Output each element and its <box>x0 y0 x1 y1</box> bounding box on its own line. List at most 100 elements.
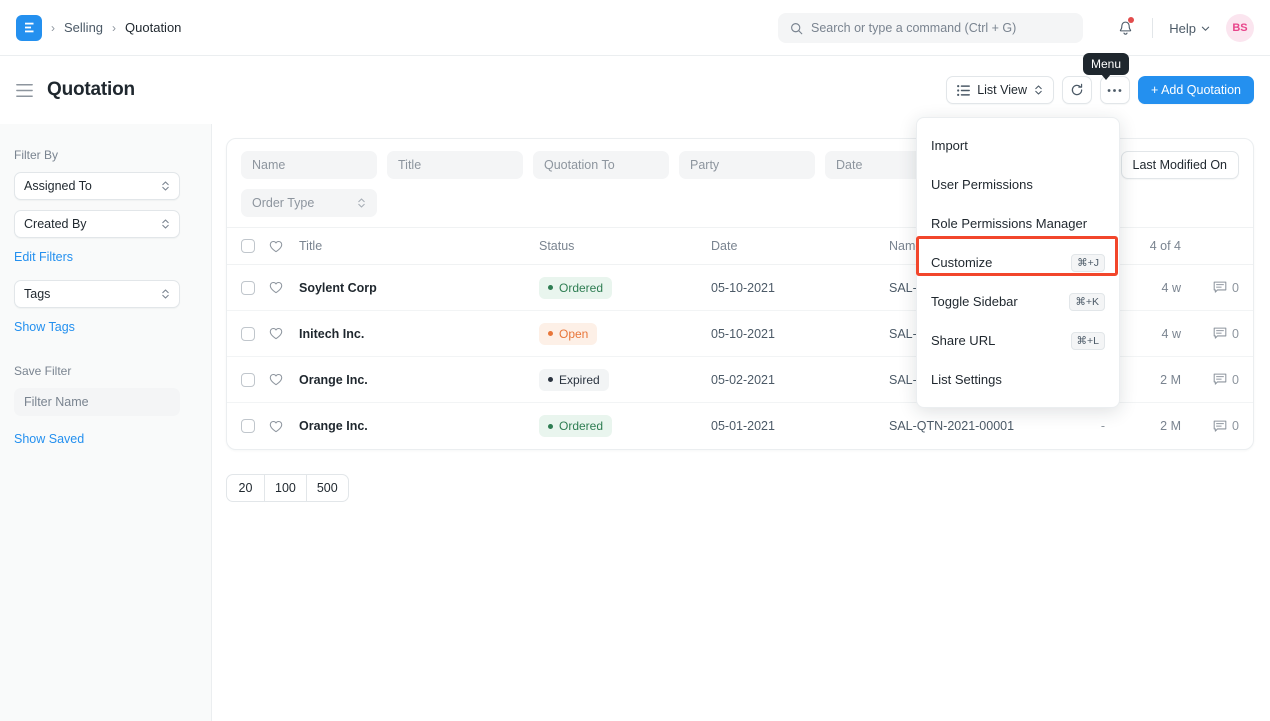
chevron-updown-icon <box>161 218 170 230</box>
checkbox-box <box>241 281 255 295</box>
filter-name-field[interactable]: Name <box>241 151 377 179</box>
filter-title-field[interactable]: Title <box>387 151 523 179</box>
menu-item-share-url[interactable]: Share URL ⌘+L <box>917 321 1119 360</box>
menu-item-role-permissions-manager[interactable]: Role Permissions Manager <box>917 204 1119 243</box>
row-like-button[interactable] <box>269 327 299 340</box>
row-comments[interactable]: 0 <box>1181 419 1239 433</box>
page-header-left: Quotation <box>16 79 135 101</box>
filter-name-placeholder: Filter Name <box>24 395 89 409</box>
row-checkbox[interactable] <box>241 419 269 433</box>
global-search[interactable]: Search or type a command (Ctrl + G) <box>778 13 1083 43</box>
ellipsis-icon <box>1107 88 1122 93</box>
filter-order-type-field[interactable]: Order Type <box>241 189 377 217</box>
status-badge: Expired <box>539 369 609 391</box>
add-quotation-button[interactable]: + Add Quotation <box>1138 76 1254 104</box>
page-size-500[interactable]: 500 <box>306 474 349 502</box>
show-tags-link[interactable]: Show Tags <box>14 320 75 334</box>
menu-item-shortcut: ⌘+K <box>1069 293 1105 311</box>
menu-item-toggle-sidebar[interactable]: Toggle Sidebar ⌘+K <box>917 282 1119 321</box>
status-dot-icon <box>548 424 553 429</box>
header-like-icon <box>269 240 299 253</box>
filter-party-field[interactable]: Party <box>679 151 815 179</box>
comment-icon <box>1213 373 1227 386</box>
breadcrumb-separator-2: › <box>112 21 116 35</box>
status-dot-icon <box>548 285 553 290</box>
filter-date-placeholder: Date <box>836 158 862 172</box>
status-badge: Open <box>539 323 597 345</box>
row-status: Open <box>539 323 711 345</box>
comment-icon <box>1213 420 1227 433</box>
more-menu-button[interactable] <box>1100 76 1130 104</box>
menu-item-label: List Settings <box>931 372 1002 387</box>
row-checkbox[interactable] <box>241 373 269 387</box>
menu-item-label: Toggle Sidebar <box>931 294 1018 309</box>
row-title-link[interactable]: Orange Inc. <box>299 419 539 433</box>
menu-item-label: Role Permissions Manager <box>931 216 1087 231</box>
filter-name-field-placeholder: Name <box>252 158 285 172</box>
page-header: Quotation List View <box>0 56 1270 124</box>
refresh-button[interactable] <box>1062 76 1092 104</box>
column-header-title[interactable]: Title <box>299 239 539 253</box>
row-comments[interactable]: 0 <box>1181 327 1239 341</box>
notifications-button[interactable] <box>1108 11 1142 45</box>
row-comments[interactable]: 0 <box>1181 373 1239 387</box>
status-label: Expired <box>559 373 600 387</box>
menu-item-label: Import <box>931 138 968 153</box>
breadcrumb-quotation[interactable]: Quotation <box>125 20 181 35</box>
row-date: 05-02-2021 <box>711 373 889 387</box>
menu-item-import[interactable]: Import <box>917 126 1119 165</box>
user-avatar[interactable]: BS <box>1226 14 1254 42</box>
chevron-down-icon <box>1201 24 1210 33</box>
show-saved-link[interactable]: Show Saved <box>14 432 84 446</box>
tags-select[interactable]: Tags <box>14 280 180 308</box>
column-header-date[interactable]: Date <box>711 239 889 253</box>
row-title-link[interactable]: Soylent Corp <box>299 281 539 295</box>
row-checkbox[interactable] <box>241 327 269 341</box>
help-label: Help <box>1169 21 1196 36</box>
row-like-button[interactable] <box>269 420 299 433</box>
filter-name-input[interactable]: Filter Name <box>14 388 180 416</box>
top-navbar: › Selling › Quotation Search or type a c… <box>0 0 1270 56</box>
menu-item-customize[interactable]: Customize ⌘+J <box>917 243 1119 282</box>
row-title-link[interactable]: Initech Inc. <box>299 327 539 341</box>
select-all-checkbox[interactable] <box>241 239 269 253</box>
row-title-link[interactable]: Orange Inc. <box>299 373 539 387</box>
edit-filters-link[interactable]: Edit Filters <box>14 250 73 264</box>
checkbox-box <box>241 373 255 387</box>
help-menu-button[interactable]: Help <box>1163 17 1216 40</box>
page-title: Quotation <box>47 79 135 101</box>
page-size-100[interactable]: 100 <box>264 474 306 502</box>
filter-quotation-to-field[interactable]: Quotation To <box>533 151 669 179</box>
list-view-label: List View <box>977 83 1027 97</box>
heart-icon <box>269 327 283 340</box>
comment-count: 0 <box>1232 327 1239 341</box>
menu-item-list-settings[interactable]: List Settings <box>917 360 1119 399</box>
row-like-button[interactable] <box>269 281 299 294</box>
breadcrumb-selling[interactable]: Selling <box>64 20 103 35</box>
row-date: 05-01-2021 <box>711 419 889 433</box>
list-view-switcher[interactable]: List View <box>946 76 1054 104</box>
created-by-select[interactable]: Created By <box>14 210 180 238</box>
comment-icon <box>1213 327 1227 340</box>
filter-sidebar: Filter By Assigned To Created By Edit Fi… <box>0 124 212 721</box>
chevron-updown-icon <box>357 197 366 209</box>
status-badge: Ordered <box>539 415 612 437</box>
row-name: SAL-QTN-2021-00001 <box>889 419 1083 433</box>
menu-item-shortcut: ⌘+J <box>1071 254 1105 272</box>
app-logo[interactable] <box>16 15 42 41</box>
row-comments[interactable]: 0 <box>1181 281 1239 295</box>
sort-label: Last Modified On <box>1133 158 1228 172</box>
page-size-20[interactable]: 20 <box>226 474 264 502</box>
status-label: Open <box>559 327 588 341</box>
created-by-label: Created By <box>24 217 87 231</box>
menu-item-shortcut: ⌘+L <box>1071 332 1105 350</box>
column-header-status[interactable]: Status <box>539 239 711 253</box>
table-row[interactable]: Orange Inc. Ordered 05-01-2021 SAL-QTN-2… <box>227 403 1253 449</box>
row-modified: 2 M <box>1123 373 1181 387</box>
sidebar-toggle-button[interactable] <box>16 84 33 97</box>
row-checkbox[interactable] <box>241 281 269 295</box>
row-like-button[interactable] <box>269 373 299 386</box>
sort-selector[interactable]: Last Modified On <box>1121 151 1240 179</box>
menu-item-user-permissions[interactable]: User Permissions <box>917 165 1119 204</box>
assigned-to-select[interactable]: Assigned To <box>14 172 180 200</box>
